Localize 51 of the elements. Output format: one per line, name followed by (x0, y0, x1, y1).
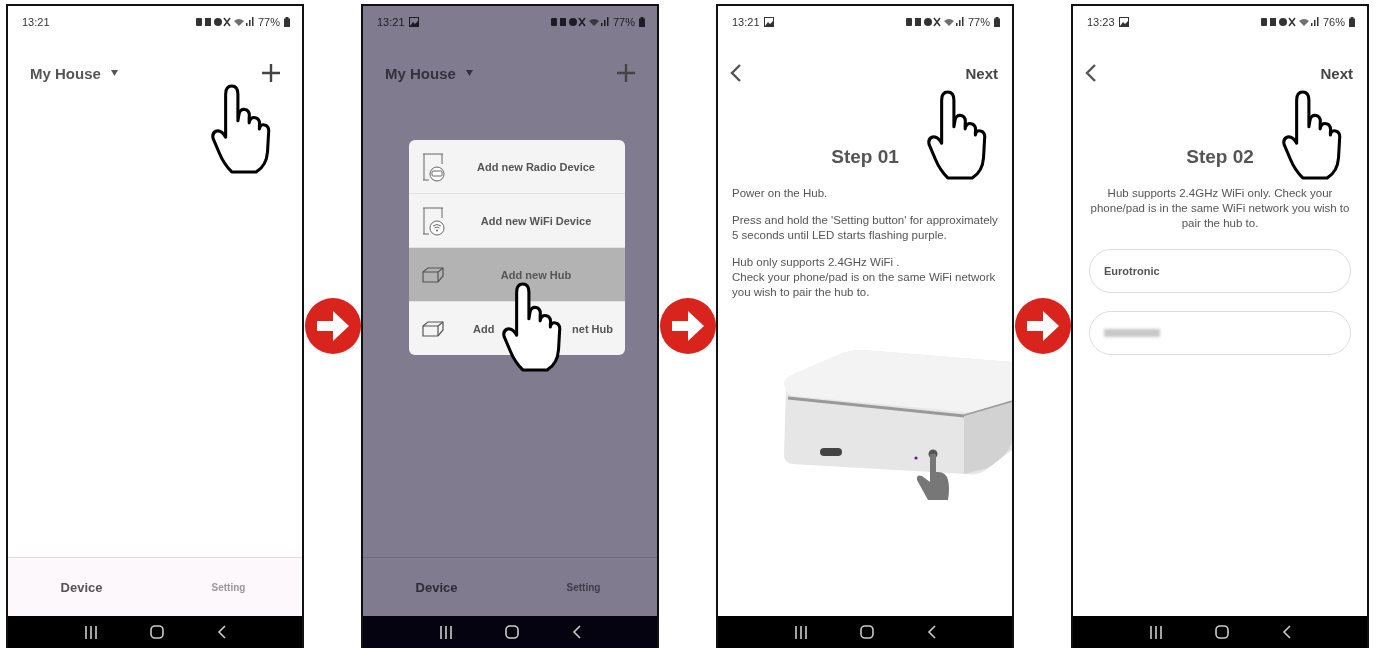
battery-level: 76% (1322, 16, 1345, 28)
blurred-text (1104, 329, 1160, 337)
instruction-text: Press and hold the 'Setting button' for approximately 5 seconds until LED starts flashing purple. (732, 213, 998, 243)
home-icon[interactable] (860, 625, 875, 639)
instruction-text: Hub only supports 2.4GHz WiFi . Check your phone/pad is on the same WiFi network you wish to pair the hub to. (732, 255, 997, 300)
battery-icon (284, 17, 290, 27)
dropdown-icon[interactable] (465, 70, 473, 76)
step-title: Step 01 (830, 146, 900, 168)
status-time: 13:21 (732, 16, 760, 28)
menu-item[interactable]: Add new Radio Device (409, 140, 625, 193)
back-icon[interactable] (730, 64, 742, 82)
home-icon[interactable] (1215, 625, 1230, 639)
blind-wifi-icon (421, 205, 445, 236)
hub-icon (421, 265, 445, 284)
status-time: 13:21 (22, 16, 50, 28)
step-title: Step 02 (1185, 146, 1255, 168)
status-icons (1260, 17, 1319, 27)
bottom-tab[interactable]: Device (8, 558, 155, 616)
battery-level: 77% (967, 16, 990, 28)
status-icons (550, 17, 609, 27)
recent-apps-icon[interactable] (84, 625, 99, 639)
battery-level: 77% (612, 16, 635, 28)
picture-icon (763, 17, 774, 27)
battery-level: 77% (257, 16, 280, 28)
hub-icon (421, 319, 445, 338)
instruction-text: Hub supports 2.4GHz WiFi only. Check your phone/pad is in the same WiFi network you wish to pair the hub to. (1089, 186, 1351, 231)
picture-icon (408, 17, 419, 27)
instruction-text: Power on the Hub. (732, 186, 829, 201)
status-time: 13:21 (377, 16, 405, 28)
battery-icon (994, 17, 1000, 27)
menu-label-end: net Hub (572, 322, 613, 335)
back-icon[interactable] (1085, 64, 1097, 82)
add-icon[interactable] (262, 64, 280, 82)
status-time: 13:23 (1087, 16, 1115, 28)
home-icon[interactable] (150, 625, 165, 639)
recent-apps-icon[interactable] (1149, 625, 1164, 639)
menu-label-start: Add (473, 322, 495, 335)
recent-apps-icon[interactable] (794, 625, 809, 639)
picture-icon (1118, 17, 1129, 27)
status-icons (195, 17, 254, 27)
blind-radio-icon (421, 151, 445, 182)
battery-icon (1349, 17, 1355, 27)
dropdown-icon[interactable] (110, 70, 118, 76)
battery-icon (639, 17, 645, 27)
recent-apps-icon[interactable] (439, 625, 454, 639)
next-button[interactable]: Next (965, 64, 998, 82)
house-title[interactable]: My House (30, 64, 101, 82)
menu-item[interactable]: Add new Hub (409, 247, 625, 301)
next-button[interactable]: Next (1320, 64, 1353, 82)
home-icon[interactable] (505, 625, 520, 639)
status-icons (905, 17, 964, 27)
